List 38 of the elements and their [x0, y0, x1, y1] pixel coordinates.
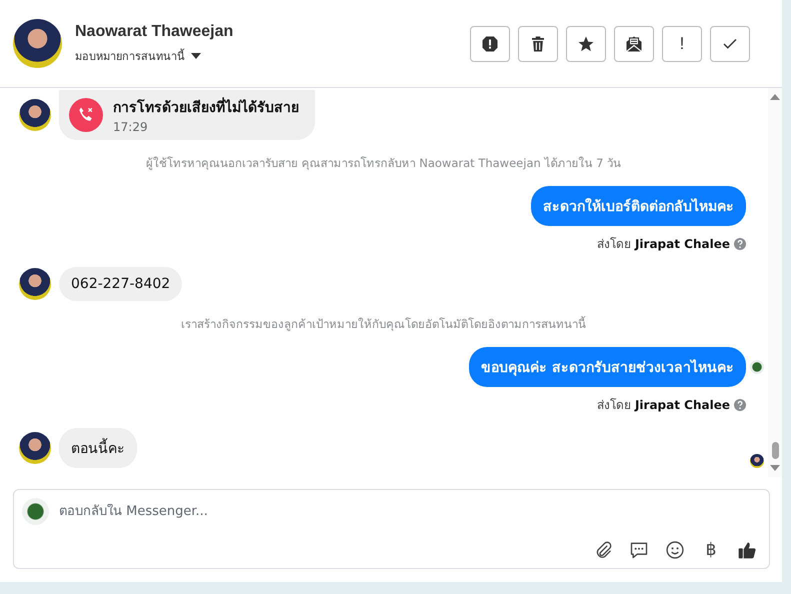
contact-avatar — [19, 432, 51, 464]
alert-button[interactable] — [470, 26, 510, 62]
sent-by-label: ส่งโดย Jirapat Chalee — [597, 397, 730, 414]
system-notice: ผู้ใช้โทรหาคุณนอกเวลารับสาย คุณสามารถโทรกลับหา Naowarat Thaweejan ได้ภายใน 7 วัน — [144, 155, 622, 172]
caret-icon — [191, 52, 201, 58]
help-icon — [734, 238, 746, 250]
exclamation-button[interactable]: ! — [662, 26, 702, 62]
sent-message: ขอบคุณค่ะ สะดวกรับสายช่วงเวลาไหนคะ — [469, 347, 746, 387]
star-icon — [577, 34, 595, 52]
smiley-icon[interactable] — [665, 540, 685, 560]
star-button[interactable] — [566, 26, 606, 62]
thumbs-up-icon[interactable] — [737, 540, 757, 560]
sent-by-label: ส่งโดย Jirapat Chalee — [597, 236, 730, 253]
call-time: 17:29 — [113, 120, 149, 134]
read-receipt-logo — [750, 360, 764, 374]
page-logo — [22, 498, 49, 525]
sent-message: สะดวกให้เบอร์ติดต่อกลับไหมคะ — [531, 186, 746, 226]
contact-avatar — [19, 99, 51, 131]
system-notice: เราสร้างกิจกรรมของลูกค้าเป้าหมายให้กับคุณโดยอัตโนมัติโดยอิงตามการสนทนานี้ — [180, 315, 587, 333]
open-envelope-icon — [625, 34, 643, 52]
help-icon — [734, 398, 746, 410]
checkmark-button[interactable] — [710, 26, 750, 62]
read-receipt-avatar — [750, 454, 764, 468]
scrollbar[interactable] — [768, 88, 782, 477]
contact-avatar — [13, 19, 62, 68]
open-envelope-button[interactable] — [614, 26, 654, 62]
baht-button[interactable]: ฿ — [701, 540, 721, 560]
received-message: ตอนนี้คะ — [59, 428, 137, 468]
missed-call-icon — [69, 98, 103, 132]
received-message: 062-227-8402 — [59, 267, 182, 301]
contact-name: Naowarat Thaweejan — [75, 22, 234, 40]
call-title: การโทรด้วยเสียงที่ไม่ได้รับสาย — [113, 96, 299, 118]
trash-button[interactable] — [518, 26, 558, 62]
contact-avatar — [19, 268, 51, 300]
trash-icon — [529, 34, 547, 52]
alert-icon — [481, 34, 499, 52]
speech-bubble-icon[interactable] — [629, 540, 649, 560]
assign-dropdown[interactable]: มอบหมายการสนทนานี้ — [75, 46, 234, 64]
